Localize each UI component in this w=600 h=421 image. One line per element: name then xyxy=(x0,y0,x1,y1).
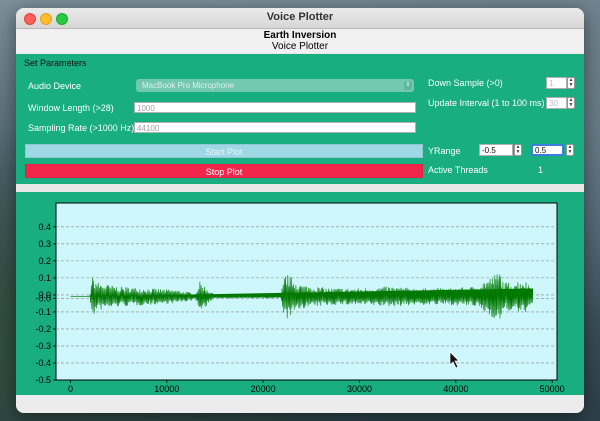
stop-plot-button[interactable]: Stop Plot xyxy=(25,164,423,178)
sampling-rate-input[interactable]: 44100 xyxy=(134,122,416,133)
header-subtitle: Voice Plotter xyxy=(271,41,329,52)
yrange-max-stepper[interactable]: ▲ ▼ xyxy=(566,144,574,156)
yrange-label: YRange xyxy=(428,146,461,156)
waveform-chart: 0.40.30.20.10.0-0.0-0.1-0.2-0.3-0.4-0.5 … xyxy=(35,202,565,394)
update-interval-stepper[interactable]: ▲ ▼ xyxy=(567,97,575,109)
app-window: Voice Plotter Earth Inversion Voice Plot… xyxy=(16,8,584,413)
down-sample-label: Down Sample (>0) xyxy=(428,78,503,88)
panel-separator xyxy=(16,184,584,192)
window-length-input[interactable]: 1000 xyxy=(134,102,416,113)
active-threads-label: Active Threads xyxy=(428,165,488,175)
title-bar: Voice Plotter xyxy=(16,8,584,29)
x-tick-label: 30000 xyxy=(347,384,372,394)
y-tick-label: -0.2 xyxy=(35,324,51,334)
yrange-min-input[interactable]: -0.5 xyxy=(479,144,513,156)
down-sample-input[interactable]: 1 xyxy=(546,77,567,89)
audio-device-select[interactable]: MacBook Pro Microphone ⇕ xyxy=(136,79,414,92)
x-tick-label: 10000 xyxy=(154,384,179,394)
window-length-label: Window Length (>28) xyxy=(28,103,114,113)
y-tick-label: -0.4 xyxy=(35,358,51,368)
x-tick-label: 20000 xyxy=(251,384,276,394)
y-tick-label: -0.5 xyxy=(35,375,51,385)
active-threads-value: 1 xyxy=(538,165,544,175)
audio-device-value: MacBook Pro Microphone xyxy=(142,81,235,90)
start-plot-button[interactable]: Start Plot xyxy=(25,144,423,158)
audio-device-label: Audio Device xyxy=(28,81,82,91)
y-tick-label: -0.0 xyxy=(35,293,51,303)
parameters-panel: Set Parameters Audio Device MacBook Pro … xyxy=(16,54,584,184)
plot-panel: 0.4 0.3 0.2 0.1 0.0 -0.0 -0.1 -0.2 -0.3 -0.4 -0.5 … xyxy=(16,192,584,395)
update-interval-label: Update Interval (1 to 100 ms) xyxy=(428,98,545,108)
x-tick-label: 50000 xyxy=(540,384,565,394)
y-tick-label: 0.4 xyxy=(38,222,51,232)
y-tick-label: 0.2 xyxy=(38,256,51,266)
update-interval-input[interactable]: 30 xyxy=(546,97,567,109)
y-tick-label: -0.3 xyxy=(35,341,51,351)
x-tick-label: 40000 xyxy=(443,384,468,394)
y-tick-label: 0.3 xyxy=(38,239,51,249)
y-tick-label: 0.1 xyxy=(38,273,51,283)
down-sample-stepper[interactable]: ▲ ▼ xyxy=(567,77,575,89)
window-title: Voice Plotter xyxy=(266,11,334,23)
yrange-max-input[interactable]: 0.5 xyxy=(531,144,564,156)
header-title: Earth Inversion xyxy=(263,30,337,41)
status-footer xyxy=(16,395,584,413)
sampling-rate-label: Sampling Rate (>1000 Hz) xyxy=(28,123,135,133)
section-title: Set Parameters xyxy=(24,58,87,68)
app-header: Earth Inversion Voice Plotter xyxy=(16,29,584,53)
y-tick-label: -0.1 xyxy=(35,307,51,317)
chevron-updown-icon: ⇕ xyxy=(404,81,412,90)
x-tick-label: 0 xyxy=(68,384,73,394)
yrange-min-stepper[interactable]: ▲ ▼ xyxy=(514,144,522,156)
